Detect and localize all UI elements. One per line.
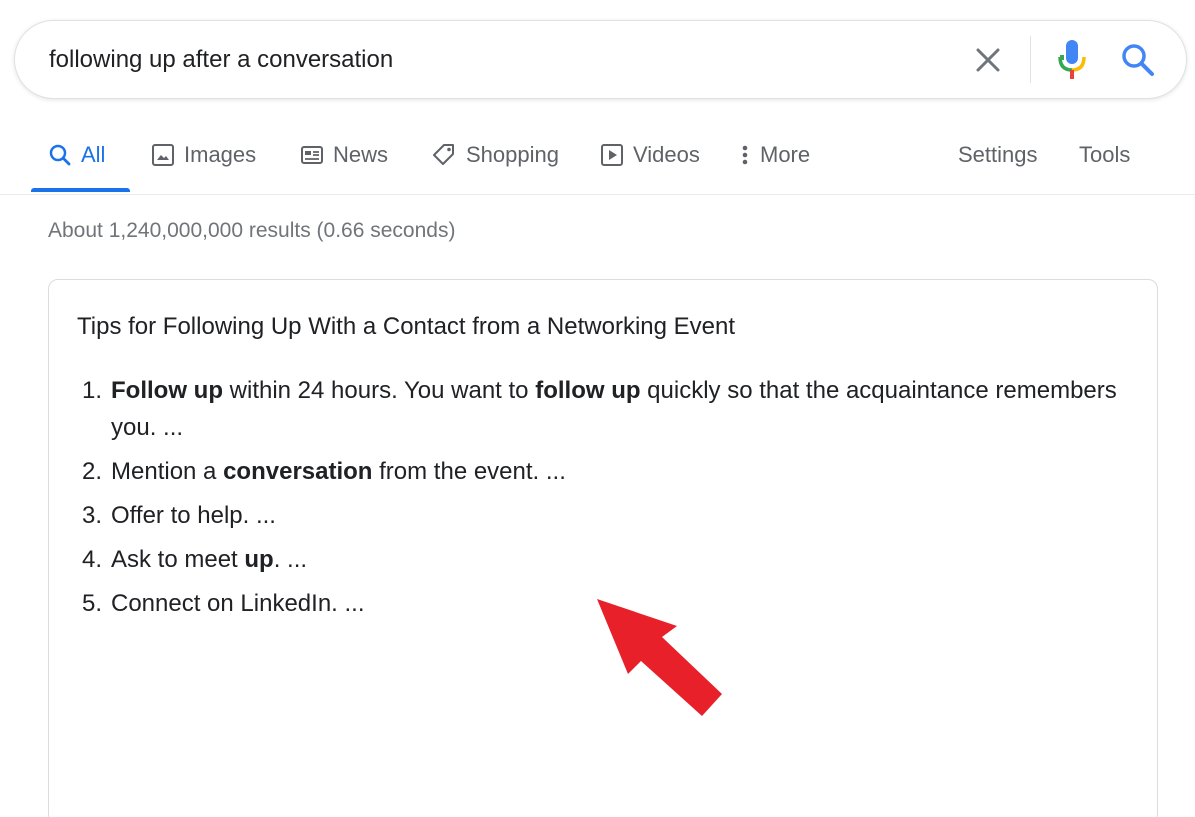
snippet-list-item: 3. Offer to help. ... bbox=[82, 497, 1122, 534]
list-item-number: 4. bbox=[82, 546, 103, 573]
active-tab-indicator bbox=[31, 188, 130, 192]
text-fragment: Ask to meet bbox=[111, 546, 245, 573]
tools-link[interactable]: Tools bbox=[1079, 140, 1130, 170]
list-item-text: Ask to meet up. ... bbox=[111, 541, 1122, 578]
highlighted-term: up bbox=[244, 546, 274, 573]
search-bar bbox=[14, 20, 1187, 99]
snippet-list-item: 2. Mention a conversation from the event.… bbox=[82, 453, 1122, 490]
clear-search-button[interactable] bbox=[971, 43, 1005, 77]
tab-images[interactable]: Images bbox=[151, 140, 256, 170]
snippet-list-item: 1. Follow up within 24 hours. You want to… bbox=[82, 372, 1122, 446]
list-item-number: 3. bbox=[82, 502, 103, 529]
text-fragment: Offer to help. ... bbox=[111, 502, 276, 529]
play-icon bbox=[600, 143, 624, 167]
list-item-text: Mention a conversation from the event. .… bbox=[111, 453, 1122, 490]
more-vert-icon bbox=[740, 143, 750, 167]
highlighted-term: conversation bbox=[223, 458, 373, 485]
red-arrow-annotation bbox=[597, 599, 722, 716]
text-fragment: from the event. ... bbox=[372, 458, 566, 485]
tab-label: News bbox=[333, 142, 389, 167]
image-icon bbox=[151, 143, 175, 167]
tab-shopping[interactable]: Shopping bbox=[431, 140, 559, 170]
search-bar-divider bbox=[1030, 36, 1031, 83]
settings-link[interactable]: Settings bbox=[958, 140, 1038, 170]
search-icon bbox=[48, 143, 72, 167]
news-icon bbox=[300, 143, 324, 167]
tab-label: Videos bbox=[633, 142, 700, 167]
search-input[interactable] bbox=[49, 43, 929, 77]
microphone-icon bbox=[1058, 40, 1086, 79]
text-fragment: Connect on LinkedIn. ... bbox=[111, 590, 365, 617]
search-icon bbox=[1122, 44, 1154, 76]
snippet-title: Tips for Following Up With a Contact fro… bbox=[77, 313, 736, 340]
search-results-page: All Images News Shopping Videos bbox=[0, 0, 1195, 817]
result-stats: About 1,240,000,000 results (0.66 second… bbox=[48, 219, 456, 242]
tab-label: All bbox=[81, 142, 106, 167]
tab-all[interactable]: All bbox=[48, 140, 105, 170]
list-item-number: 5. bbox=[82, 590, 103, 617]
tab-videos[interactable]: Videos bbox=[600, 140, 700, 170]
tab-label: More bbox=[760, 142, 811, 167]
tab-more[interactable]: More bbox=[740, 140, 810, 170]
list-item-number: 2. bbox=[82, 458, 103, 485]
list-item-text: Follow up within 24 hours. You want to f… bbox=[111, 372, 1122, 446]
text-fragment: within 24 hours. You want to bbox=[222, 377, 536, 404]
featured-snippet: Tips for Following Up With a Contact fro… bbox=[48, 279, 1158, 817]
voice-search-button[interactable] bbox=[1055, 38, 1089, 82]
snippet-list-item: 4. Ask to meet up. ... bbox=[82, 541, 1122, 578]
tab-label: Images bbox=[184, 142, 257, 167]
tabs-divider bbox=[0, 194, 1195, 195]
search-submit-button[interactable] bbox=[1119, 41, 1157, 79]
tag-icon bbox=[431, 142, 457, 168]
list-item-number: 1. bbox=[82, 377, 103, 404]
text-fragment: . ... bbox=[273, 546, 308, 573]
list-item-text: Offer to help. ... bbox=[111, 497, 1122, 534]
search-tabs: All Images News Shopping Videos More Set… bbox=[0, 128, 1195, 194]
close-icon bbox=[976, 48, 1000, 72]
highlighted-term: Follow up bbox=[111, 377, 223, 404]
highlighted-term: follow up bbox=[535, 377, 641, 404]
text-fragment: Mention a bbox=[111, 458, 224, 485]
tab-news[interactable]: News bbox=[300, 140, 388, 170]
tab-label: Shopping bbox=[466, 142, 559, 167]
